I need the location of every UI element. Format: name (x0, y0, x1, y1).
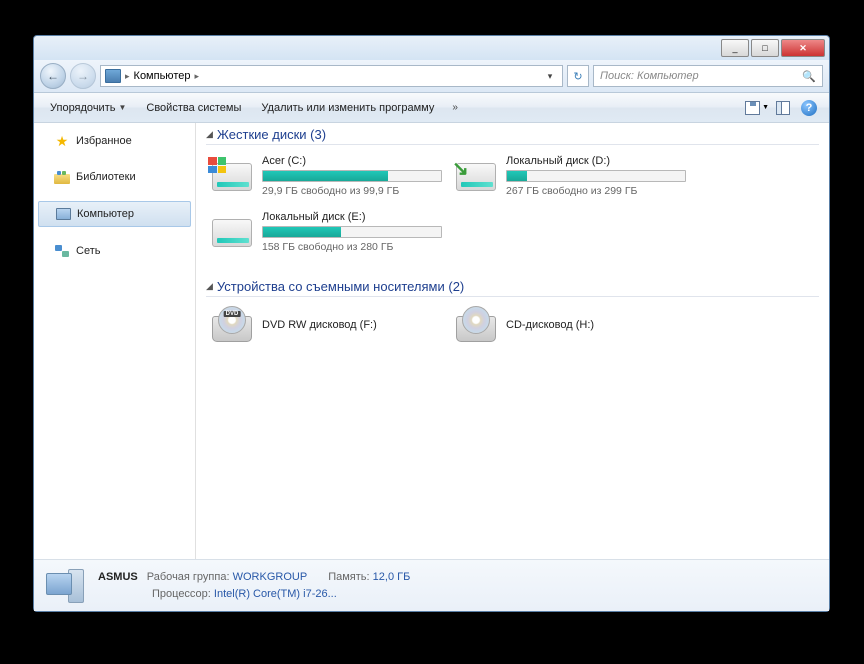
collapse-icon: ◢ (206, 129, 213, 140)
group-title: Устройства со съемными носителями (2) (217, 279, 464, 294)
drive-c[interactable]: Acer (C:) 29,9 ГБ свободно из 99,9 ГБ (206, 153, 450, 209)
computer-icon (55, 206, 71, 222)
close-button[interactable]: ✕ (781, 39, 825, 57)
group-header-removable[interactable]: ◢ Устройства со съемными носителями (2) (206, 279, 819, 297)
details-pane: ASMUS Рабочая группа: WORKGROUP Память: … (34, 559, 829, 611)
view-icon (745, 101, 760, 115)
libraries-icon (54, 169, 70, 185)
navigation-bar: ← → ▸ Компьютер ▸ ▾ ↻ Поиск: Компьютер 🔍 (34, 60, 829, 93)
memory-label: Память: (328, 571, 369, 583)
forward-button[interactable]: → (70, 63, 96, 89)
sidebar-item-libraries[interactable]: Библиотеки (34, 165, 195, 189)
help-button[interactable]: ? (797, 97, 821, 119)
hdd-icon (210, 155, 254, 199)
drive-h[interactable]: CD-дисковод (H:) (450, 305, 694, 361)
main-pane: ◢ Жесткие диски (3) Acer (C:) 29,9 ГБ св… (196, 123, 829, 559)
sidebar-item-label: Библиотеки (76, 171, 136, 183)
back-button[interactable]: ← (40, 63, 66, 89)
capacity-bar (262, 170, 442, 182)
hdd-icon: ↘ (454, 155, 498, 199)
windows-badge-icon (208, 157, 226, 173)
system-properties-button[interactable]: Свойства системы (138, 99, 249, 117)
toolbar-overflow[interactable]: » (446, 102, 464, 113)
capacity-fill (507, 171, 527, 181)
cpu-value: Intel(R) Core(TM) i7-26... (214, 588, 337, 600)
group-header-hdd[interactable]: ◢ Жесткие диски (3) (206, 127, 819, 145)
search-placeholder: Поиск: Компьютер (600, 70, 699, 82)
star-icon: ★ (54, 133, 70, 149)
hdd-icon (210, 211, 254, 255)
capacity-bar (262, 226, 442, 238)
capacity-fill (263, 227, 341, 237)
titlebar: _ □ ✕ (34, 36, 829, 60)
drive-label: Acer (C:) (262, 155, 446, 167)
sidebar-item-label: Сеть (76, 245, 100, 257)
refresh-button[interactable]: ↻ (567, 65, 589, 87)
computer-large-icon (44, 566, 88, 606)
group-title: Жесткие диски (3) (217, 127, 326, 142)
drive-f[interactable]: DVD DVD RW дисковод (F:) (206, 305, 450, 361)
removable-group: DVD DVD RW дисковод (F:) CD-дисковод (H:… (206, 305, 819, 361)
hdd-group: Acer (C:) 29,9 ГБ свободно из 99,9 ГБ ↘ … (206, 153, 819, 265)
drive-label: DVD RW дисковод (F:) (262, 319, 446, 331)
details-text: ASMUS Рабочая группа: WORKGROUP Память: … (98, 569, 428, 602)
uninstall-program-button[interactable]: Удалить или изменить программу (253, 99, 442, 117)
search-icon: 🔍 (802, 70, 816, 83)
drive-free-text: 267 ГБ свободно из 299 ГБ (506, 185, 690, 197)
address-bar[interactable]: ▸ Компьютер ▸ ▾ (100, 65, 563, 87)
cpu-label: Процессор: (152, 588, 211, 600)
minimize-button[interactable]: _ (721, 39, 749, 57)
dvd-drive-icon: DVD (210, 307, 254, 351)
drive-label: CD-дисковод (H:) (506, 319, 690, 331)
sidebar-item-label: Компьютер (77, 208, 134, 220)
search-input[interactable]: Поиск: Компьютер 🔍 (593, 65, 823, 87)
breadcrumb-location[interactable]: Компьютер (134, 70, 191, 82)
explorer-window: _ □ ✕ ← → ▸ Компьютер ▸ ▾ ↻ Поиск: Компь… (33, 35, 830, 612)
drive-label: Локальный диск (D:) (506, 155, 690, 167)
cd-drive-icon (454, 307, 498, 351)
sidebar-item-label: Избранное (76, 135, 132, 147)
breadcrumb-separator: ▸ (194, 71, 199, 82)
content-area: ★ Избранное Библиотеки Компьютер Сеть ◢ … (34, 123, 829, 559)
network-icon (54, 243, 70, 259)
drive-free-text: 158 ГБ свободно из 280 ГБ (262, 241, 446, 253)
breadcrumb-separator: ▸ (125, 71, 130, 82)
pane-icon (776, 101, 790, 115)
memory-value: 12,0 ГБ (373, 571, 411, 583)
sidebar-item-favorites[interactable]: ★ Избранное (34, 129, 195, 153)
download-arrow-icon: ↘ (452, 156, 469, 181)
sidebar-item-computer[interactable]: Компьютер (38, 201, 191, 227)
organize-menu[interactable]: Упорядочить▼ (42, 99, 134, 117)
navigation-pane: ★ Избранное Библиотеки Компьютер Сеть (34, 123, 196, 559)
capacity-fill (263, 171, 388, 181)
address-dropdown[interactable]: ▾ (542, 71, 558, 82)
computer-icon (105, 69, 121, 83)
help-icon: ? (801, 100, 817, 116)
collapse-icon: ◢ (206, 281, 213, 292)
drive-free-text: 29,9 ГБ свободно из 99,9 ГБ (262, 185, 446, 197)
maximize-button[interactable]: □ (751, 39, 779, 57)
computer-name: ASMUS (98, 571, 138, 583)
capacity-bar (506, 170, 686, 182)
workgroup-value: WORKGROUP (233, 571, 308, 583)
sidebar-item-network[interactable]: Сеть (34, 239, 195, 263)
preview-pane-button[interactable] (771, 97, 795, 119)
view-menu[interactable]: ▼ (745, 97, 769, 119)
drive-e[interactable]: Локальный диск (E:) 158 ГБ свободно из 2… (206, 209, 450, 265)
workgroup-label: Рабочая группа: (147, 571, 230, 583)
toolbar: Упорядочить▼ Свойства системы Удалить ил… (34, 93, 829, 123)
drive-d[interactable]: ↘ Локальный диск (D:) 267 ГБ свободно из… (450, 153, 694, 209)
drive-label: Локальный диск (E:) (262, 211, 446, 223)
